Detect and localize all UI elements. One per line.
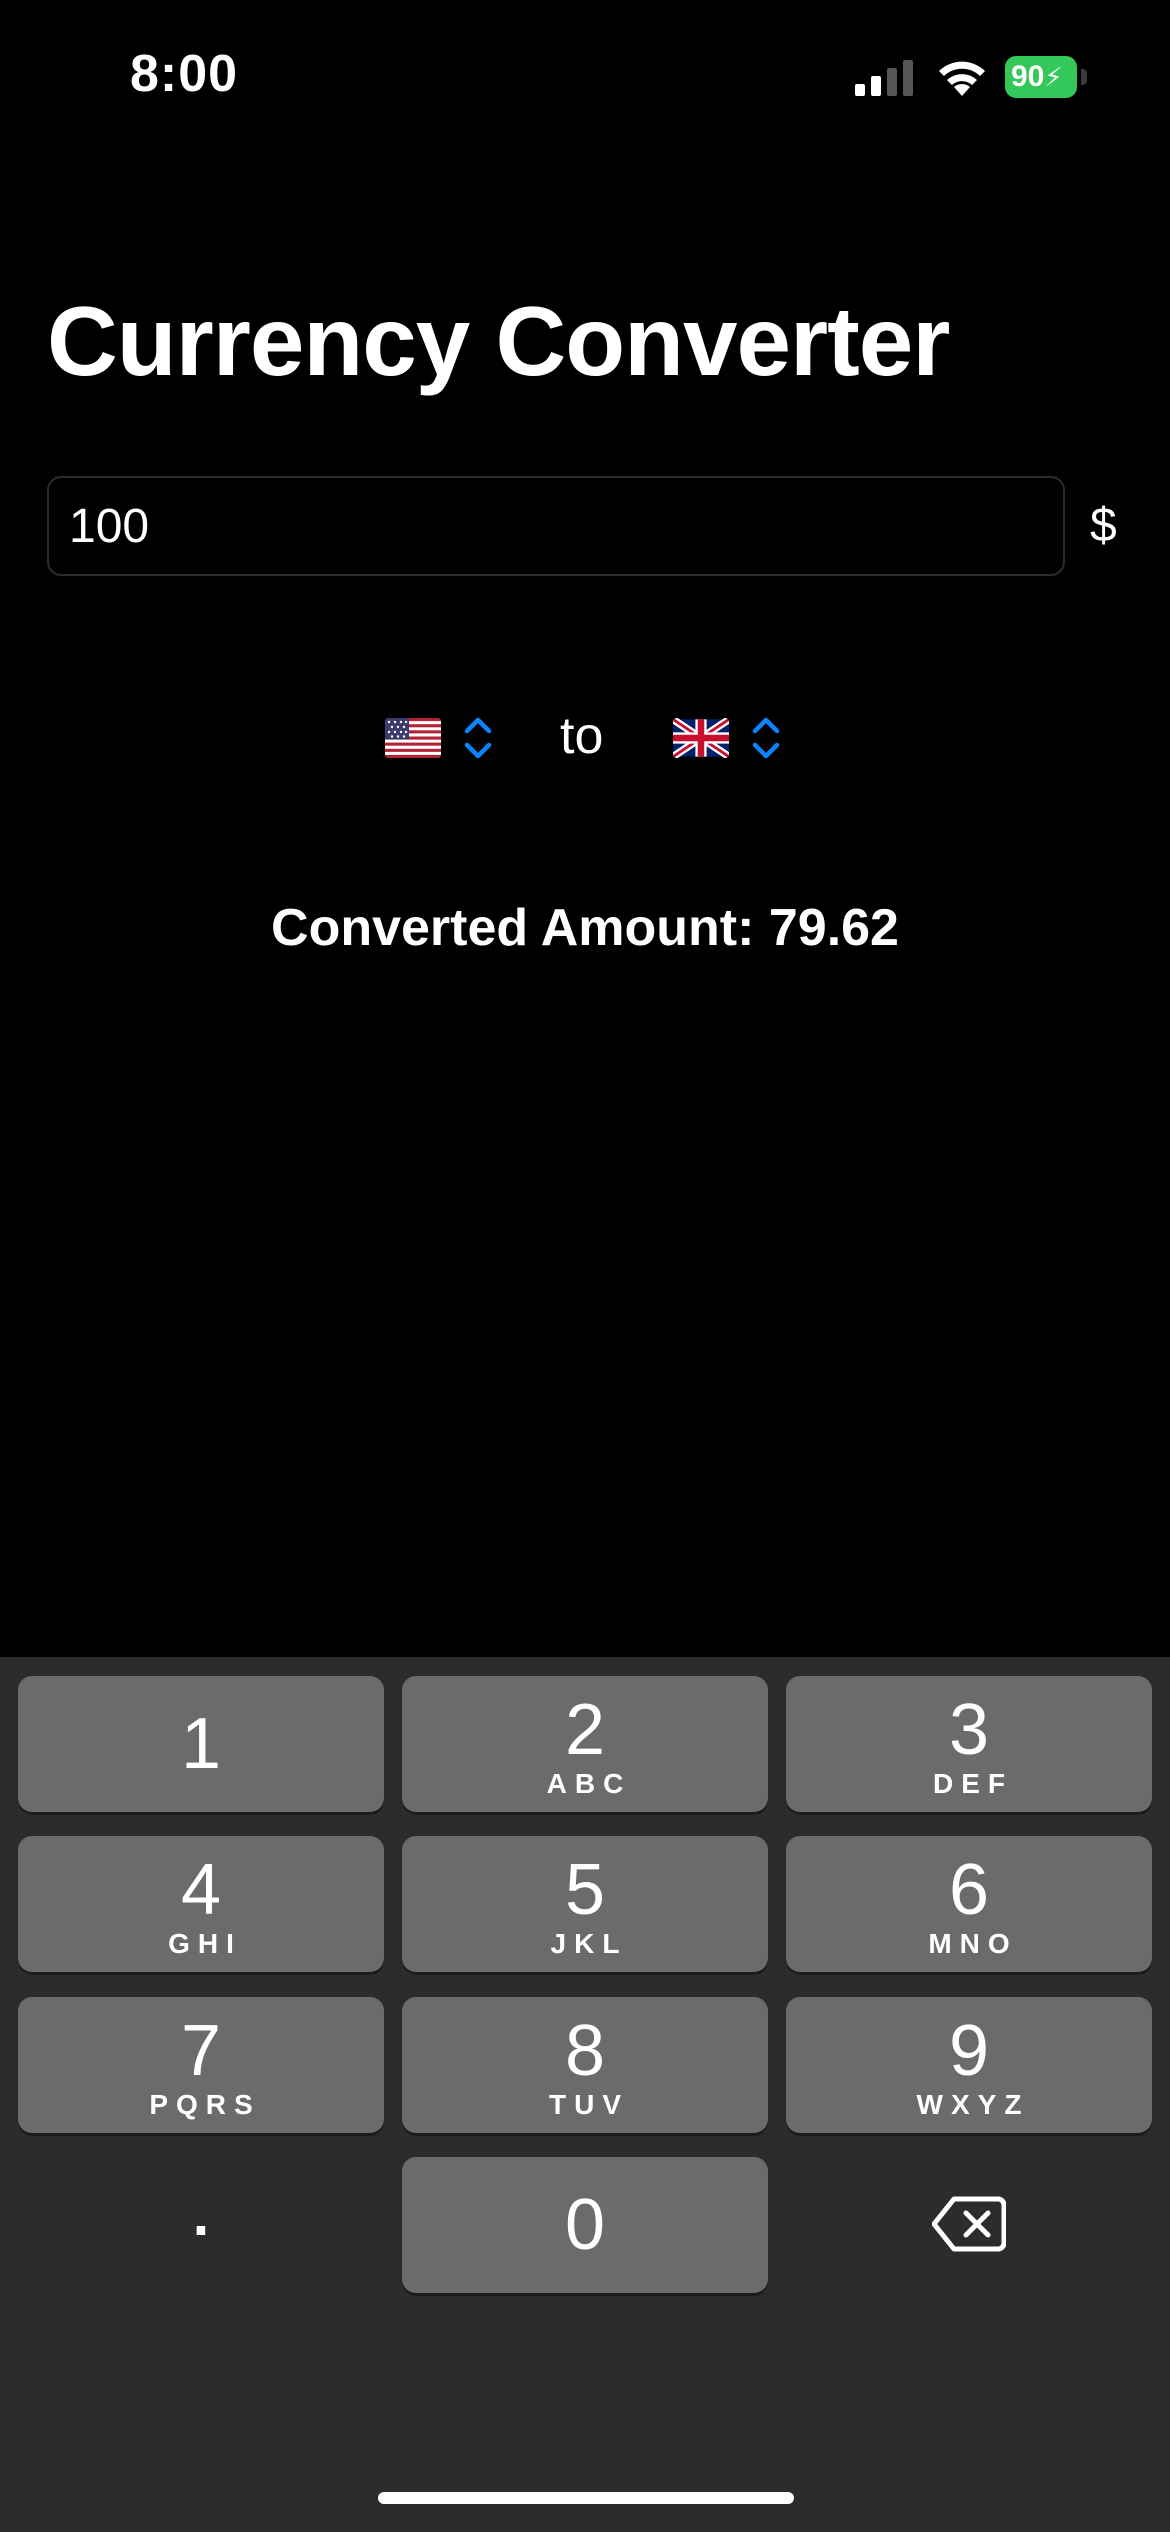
us-flag-icon xyxy=(385,718,441,758)
key-digit: 1 xyxy=(180,1704,222,1784)
delete-key[interactable] xyxy=(786,2157,1152,2293)
to-label: to xyxy=(560,707,604,765)
currency-symbol: $ xyxy=(1090,499,1117,552)
key-6[interactable]: 6 MNO xyxy=(786,1836,1152,1972)
key-digit: 7 xyxy=(180,2011,222,2091)
key-digit: 9 xyxy=(948,2011,990,2091)
key-digit: 0 xyxy=(564,2185,606,2265)
key-3[interactable]: 3 DEF xyxy=(786,1676,1152,1812)
key-digit: 6 xyxy=(948,1850,990,1930)
cellular-signal-icon xyxy=(855,60,913,96)
key-9[interactable]: 9 WXYZ xyxy=(786,1997,1152,2133)
key-digit: 8 xyxy=(564,2011,606,2091)
key-5[interactable]: 5 JKL xyxy=(402,1836,768,1972)
key-letters: JKL xyxy=(550,1928,628,1959)
key-digit: 2 xyxy=(564,1690,606,1770)
key-digit: 3 xyxy=(948,1690,990,1770)
battery-level: 90⚡ xyxy=(1005,56,1077,98)
key-letters: ABC xyxy=(546,1768,632,1799)
home-indicator[interactable] xyxy=(378,2492,794,2504)
from-currency-picker[interactable] xyxy=(385,710,493,766)
key-1[interactable]: 1 xyxy=(18,1676,384,1812)
key-letters: GHI xyxy=(168,1928,242,1959)
status-bar: 8:00 90⚡ xyxy=(0,0,1170,150)
key-4[interactable]: 4 GHI xyxy=(18,1836,384,1972)
key-letters: DEF xyxy=(933,1768,1013,1799)
converted-amount: Converted Amount: 79.62 xyxy=(271,899,899,957)
delete-backspace-icon xyxy=(931,2196,1007,2252)
page-title: Currency Converter xyxy=(47,286,950,396)
wifi-icon xyxy=(939,61,985,96)
status-time: 8:00 xyxy=(130,45,239,103)
uk-flag-icon xyxy=(673,718,729,758)
key-digit: 4 xyxy=(180,1850,222,1930)
key-decimal[interactable]: . xyxy=(18,2157,384,2293)
amount-input[interactable] xyxy=(47,476,1065,576)
key-digit: 5 xyxy=(564,1850,606,1930)
key-letters: PQRS xyxy=(149,2089,261,2120)
key-letters: WXYZ xyxy=(916,2089,1030,2120)
key-letters: MNO xyxy=(928,1928,1018,1959)
key-letters: TUV xyxy=(549,2089,629,2120)
key-digit: . xyxy=(192,2181,210,2248)
numeric-keyboard: 1 2 ABC 3 DEF 4 GHI 5 JKL 6 MNO 7 PQRS 8… xyxy=(0,1657,1170,2532)
to-currency-picker[interactable] xyxy=(673,710,781,766)
chevron-up-down-icon xyxy=(752,717,780,759)
chevron-up-down-icon xyxy=(464,717,492,759)
key-8[interactable]: 8 TUV xyxy=(402,1997,768,2133)
key-2[interactable]: 2 ABC xyxy=(402,1676,768,1812)
key-7[interactable]: 7 PQRS xyxy=(18,1997,384,2133)
battery-icon: 90⚡ xyxy=(1005,56,1089,98)
key-0[interactable]: 0 xyxy=(402,2157,768,2293)
